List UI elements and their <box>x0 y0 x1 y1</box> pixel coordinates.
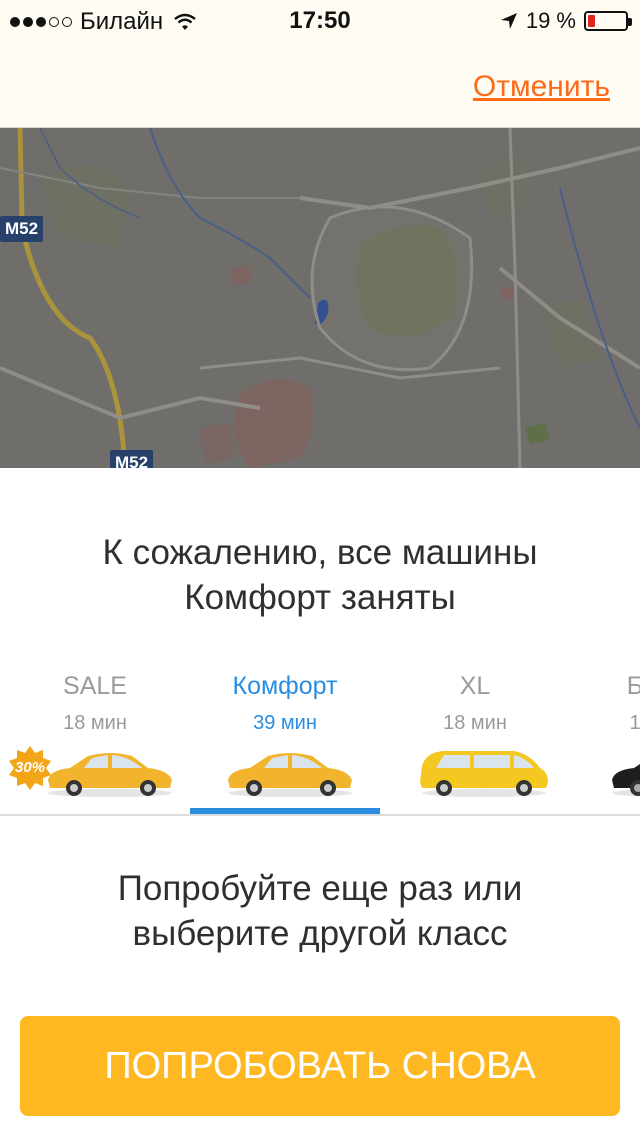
discount-badge-text: 30% <box>14 759 46 776</box>
battery-percent: 19 % <box>525 8 576 33</box>
sedan-car-icon <box>48 753 172 797</box>
map-view[interactable]: M52 M52 <box>0 128 640 468</box>
location-arrow-icon <box>500 13 517 29</box>
road-label: M52 <box>110 450 154 468</box>
retry-button[interactable]: ПОПРОБОВАТЬ СНОВА <box>20 1016 620 1116</box>
class-wait-time: 18 мин <box>63 712 127 734</box>
battery-level <box>588 15 595 27</box>
hint-line-1: Попробуйте еще раз или <box>117 869 523 908</box>
class-wait-time: 1 <box>629 712 640 734</box>
car-class-selector: SALE 18 мин 30% Комфорт 39 мин XL 18 мин… <box>0 658 640 814</box>
divider <box>0 814 640 816</box>
black-sedan-icon <box>612 764 640 797</box>
class-name: Комфорт <box>232 672 338 700</box>
bottom-sheet: К сожалению, все машины Комфорт заняты S… <box>0 468 640 1136</box>
class-option-business[interactable]: Б 1 <box>570 658 640 814</box>
sedan-car-icon <box>228 753 352 797</box>
retry-hint: Попробуйте еще раз или выберите другой к… <box>0 866 640 956</box>
class-option-sale[interactable]: SALE 18 мин 30% <box>0 658 190 814</box>
unavailable-message: К сожалению, все машины Комфорт заняты <box>0 530 640 620</box>
class-name: SALE <box>63 672 127 700</box>
minivan-car-icon <box>420 751 548 797</box>
road-label: M52 <box>0 216 44 242</box>
status-bar: Билайн 17:50 19 % <box>0 0 640 40</box>
battery-icon <box>584 11 632 31</box>
hint-line-2: выберите другой класс <box>132 914 508 953</box>
nav-header: Отменить <box>0 40 640 128</box>
message-line-2: Комфорт заняты <box>184 578 456 617</box>
message-line-1: К сожалению, все машины <box>102 533 538 572</box>
class-wait-time: 39 мин <box>253 712 317 734</box>
cancel-link[interactable]: Отменить <box>473 70 610 104</box>
app-screen: Билайн 17:50 19 % Отменить M52 M52 К сож… <box>0 0 640 1136</box>
map-tiles <box>0 128 640 468</box>
class-name: Б <box>626 672 640 700</box>
class-option-komfort[interactable]: Комфорт 39 мин <box>190 658 380 814</box>
